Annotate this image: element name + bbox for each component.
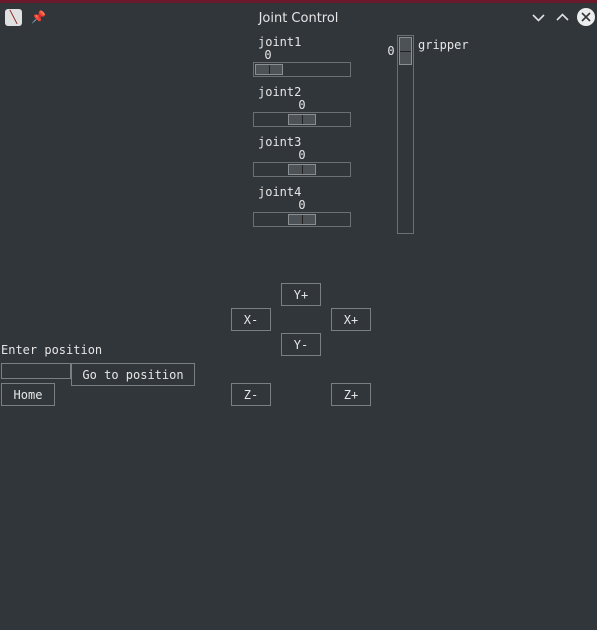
joint1-slider-handle[interactable] — [255, 64, 283, 75]
joint4-slider[interactable] — [253, 212, 351, 227]
joint2-slider-handle[interactable] — [288, 114, 316, 125]
z-minus-button[interactable]: Z- — [231, 383, 271, 406]
joint3-slider[interactable] — [253, 162, 351, 177]
joint3-label: joint3 — [258, 135, 302, 149]
gripper-slider[interactable] — [397, 35, 414, 234]
joint4-label: joint4 — [258, 185, 302, 199]
joint1-slider[interactable] — [253, 62, 351, 77]
position-input[interactable] — [1, 363, 71, 379]
close-icon[interactable] — [577, 8, 595, 26]
joint4-value: 0 — [298, 198, 306, 212]
joint2-label: joint2 — [258, 85, 302, 99]
z-plus-button[interactable]: Z+ — [331, 383, 371, 406]
joint1-label: joint1 — [258, 35, 302, 49]
home-button[interactable]: Home — [1, 383, 55, 406]
joint4-slider-handle[interactable] — [288, 214, 316, 225]
joint2-slider[interactable] — [253, 112, 351, 127]
maximize-icon[interactable] — [554, 9, 571, 26]
gripper-label: gripper — [418, 38, 469, 52]
enter-position-label: Enter position — [1, 343, 103, 357]
go-to-position-button[interactable]: Go to position — [71, 363, 195, 386]
gripper-slider-handle[interactable] — [399, 37, 412, 65]
minimize-icon[interactable] — [530, 9, 547, 26]
y-plus-button[interactable]: Y+ — [281, 283, 321, 306]
x-plus-button[interactable]: X+ — [331, 308, 371, 331]
joint3-value: 0 — [298, 148, 306, 162]
y-minus-button[interactable]: Y- — [281, 333, 321, 356]
window-title: Joint Control — [258, 11, 339, 26]
joint2-value: 0 — [298, 98, 306, 112]
x-minus-button[interactable]: X- — [231, 308, 271, 331]
joint3-slider-handle[interactable] — [288, 164, 316, 175]
title-bar[interactable]: ╲ 📌 Joint Control — [0, 3, 597, 31]
joint1-value: 0 — [264, 48, 272, 62]
